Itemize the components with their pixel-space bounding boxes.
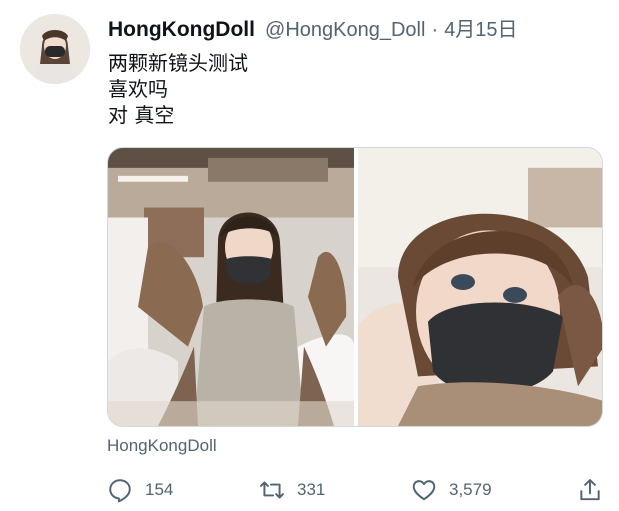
avatar[interactable] — [20, 14, 90, 84]
tweet-text-line: 两颗新镜头测试 — [108, 51, 248, 75]
tweet-text: 两颗新镜头测试 喜欢吗 对 真空 — [108, 50, 248, 128]
tweet-date[interactable]: 4月15日 — [444, 19, 517, 41]
like-count: 3,579 — [449, 480, 492, 499]
heart-icon — [412, 480, 436, 501]
header-separator: · — [431, 19, 439, 41]
tweet-photo-1[interactable] — [108, 148, 354, 426]
tweet-text-line: 对 真空 — [108, 103, 175, 127]
action-bar: 154 331 3,579 — [107, 474, 607, 506]
tweet-text-line: 喜欢吗 — [108, 77, 168, 101]
tweet-photo-2[interactable] — [358, 148, 602, 426]
retweet-count: 331 — [297, 480, 326, 499]
share-icon — [580, 479, 600, 501]
tweet: HongKongDoll @HongKong_Doll · 4月15日 两颗新镜… — [0, 0, 619, 511]
share-button[interactable] — [577, 474, 603, 506]
author-display-name[interactable]: HongKongDoll — [108, 18, 255, 41]
author-handle[interactable]: @HongKong_Doll — [265, 19, 425, 41]
reply-button[interactable]: 154 — [107, 474, 173, 506]
retweet-button[interactable]: 331 — [259, 474, 325, 506]
like-button[interactable]: 3,579 — [411, 474, 492, 506]
reply-icon — [109, 479, 131, 503]
avatar-image — [20, 14, 90, 84]
retweet-icon — [259, 481, 285, 499]
reply-count: 154 — [145, 480, 174, 499]
photo-image — [358, 148, 602, 426]
tweet-header: HongKongDoll @HongKong_Doll · 4月15日 — [108, 16, 609, 44]
photo-image — [108, 148, 354, 426]
media-grid — [107, 147, 603, 427]
source-label[interactable]: HongKongDoll — [107, 436, 217, 456]
